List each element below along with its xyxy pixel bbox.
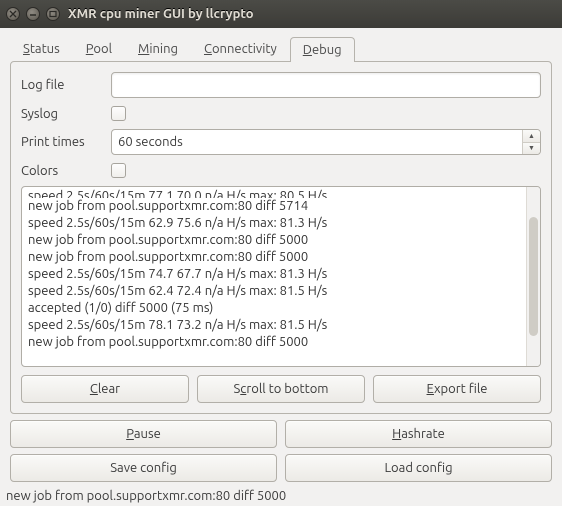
tab-status[interactable]: Status [10, 36, 73, 61]
spinner-down-icon[interactable]: ▼ [523, 142, 540, 155]
tab-pool[interactable]: Pool [73, 36, 125, 61]
log-line: speed 2.5s/60s/15m 78.1 73.2 n/a H/s max… [28, 317, 520, 334]
spinner-buttons: ▲ ▼ [522, 130, 540, 154]
printtimes-input[interactable]: 60 seconds ▲ ▼ [111, 129, 541, 155]
status-bar: new job from pool.supportxmr.com:80 diff… [0, 486, 562, 506]
tab-mining[interactable]: Mining [125, 36, 191, 61]
logfile-label: Log file [21, 78, 103, 92]
tab-debug[interactable]: Debug [290, 37, 355, 62]
log-scrollbar[interactable] [526, 187, 540, 366]
tabstrip: Status Pool Mining Connectivity Debug [10, 36, 552, 61]
hashrate-button[interactable]: Hashrate [285, 420, 552, 448]
tab-connectivity[interactable]: Connectivity [191, 36, 290, 61]
export-file-button[interactable]: Export file [373, 375, 541, 403]
syslog-checkbox[interactable] [111, 106, 126, 121]
titlebar: XMR cpu miner GUI by llcrypto [0, 0, 562, 28]
scroll-to-bottom-button[interactable]: Scroll to bottom [197, 375, 365, 403]
minimize-icon[interactable] [26, 7, 40, 21]
log-line: new job from pool.supportxmr.com:80 diff… [28, 249, 520, 266]
colors-label: Colors [21, 164, 103, 178]
spinner-up-icon[interactable]: ▲ [523, 130, 540, 142]
scrollbar-thumb[interactable] [529, 217, 538, 336]
row-logfile: Log file [21, 72, 541, 98]
clear-button[interactable]: Clear [21, 375, 189, 403]
maximize-icon[interactable] [46, 7, 60, 21]
load-config-button[interactable]: Load config [285, 454, 552, 482]
printtimes-label: Print times [21, 135, 103, 149]
row-printtimes: Print times 60 seconds ▲ ▼ [21, 129, 541, 155]
colors-checkbox[interactable] [111, 163, 126, 178]
log-button-row: Clear Scroll to bottom Export file [21, 375, 541, 403]
syslog-label: Syslog [21, 107, 103, 121]
window: XMR cpu miner GUI by llcrypto Status Poo… [0, 0, 562, 506]
log-line: new job from pool.supportxmr.com:80 diff… [28, 232, 520, 249]
printtimes-value[interactable]: 60 seconds [112, 130, 522, 154]
log-line: accepted (1/0) diff 5000 (75 ms) [28, 300, 520, 317]
log-line: speed 2.5s/60s/15m 62.9 75.6 n/a H/s max… [28, 215, 520, 232]
save-config-button[interactable]: Save config [10, 454, 277, 482]
log-text[interactable]: speed 2.5s/60s/15m 77.1 70.0 n/a H/s max… [22, 187, 526, 366]
pause-button[interactable]: Pause [10, 420, 277, 448]
row-colors: Colors [21, 163, 541, 178]
log-line: new job from pool.supportxmr.com:80 diff… [28, 198, 520, 215]
window-buttons [6, 7, 60, 21]
log-line: speed 2.5s/60s/15m 77.1 70.0 n/a H/s max… [28, 189, 520, 198]
client-area: Status Pool Mining Connectivity Debug Lo… [0, 28, 562, 486]
tab-panel-debug: Log file Syslog Print times 60 seconds ▲… [10, 61, 552, 414]
close-icon[interactable] [6, 7, 20, 21]
logfile-input[interactable] [111, 72, 541, 98]
row-syslog: Syslog [21, 106, 541, 121]
action-row-2: Save config Load config [10, 454, 552, 482]
window-title: XMR cpu miner GUI by llcrypto [68, 7, 254, 21]
log-line: speed 2.5s/60s/15m 62.4 72.4 n/a H/s max… [28, 283, 520, 300]
log-line: new job from pool.supportxmr.com:80 diff… [28, 334, 520, 351]
log-output: speed 2.5s/60s/15m 77.1 70.0 n/a H/s max… [21, 186, 541, 367]
log-line: speed 2.5s/60s/15m 74.7 67.7 n/a H/s max… [28, 266, 520, 283]
action-row-1: Pause Hashrate [10, 420, 552, 448]
